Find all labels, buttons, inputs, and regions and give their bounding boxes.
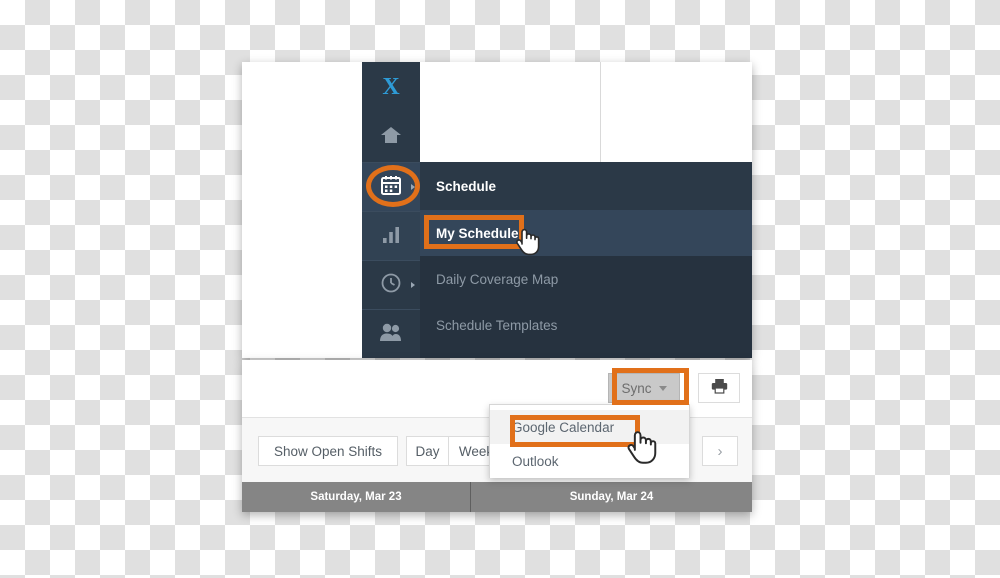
day-view-button[interactable]: Day <box>406 436 448 466</box>
chevron-down-icon <box>658 385 667 391</box>
home-icon <box>380 125 402 150</box>
calendar-icon <box>380 174 402 201</box>
print-button[interactable] <box>698 373 740 403</box>
date-header-label: Saturday, Mar 23 <box>310 491 402 503</box>
sync-button-wrap: Sync <box>608 373 680 403</box>
sidebar-item-reports[interactable] <box>362 212 420 260</box>
chevron-right-icon <box>411 184 415 190</box>
sidebar-item-employees[interactable] <box>362 310 420 358</box>
clock-icon <box>380 272 402 299</box>
sidebar-item-home[interactable] <box>362 112 420 162</box>
submenu-item-label: My Schedule <box>436 225 519 241</box>
chevron-right-icon <box>411 282 415 288</box>
sync-option-label: Outlook <box>512 453 559 469</box>
show-open-shifts-label: Show Open Shifts <box>273 443 383 459</box>
schedule-submenu: Schedule My Schedule Daily Coverage Map … <box>420 162 752 358</box>
week-label: Week <box>458 443 494 459</box>
sidebar-item-schedule[interactable] <box>362 163 420 211</box>
submenu-item-label: Daily Coverage Map <box>436 271 559 287</box>
date-header-cell: Sunday, Mar 24 <box>471 482 752 512</box>
sidebar-item-logo[interactable]: X <box>362 62 420 112</box>
sync-button[interactable]: Sync <box>608 373 680 403</box>
chevron-right-icon: › <box>717 442 723 460</box>
submenu-item-daily-coverage-map[interactable]: Daily Coverage Map <box>420 256 752 302</box>
next-period-button[interactable]: › <box>702 436 738 466</box>
submenu-header-label: Schedule <box>436 178 497 194</box>
date-header-cell: Saturday, Mar 23 <box>242 482 470 512</box>
sync-option-outlook[interactable]: Outlook <box>490 444 689 478</box>
sidebar-rail: X <box>362 62 420 358</box>
date-header-label: Sunday, Mar 24 <box>569 491 654 503</box>
printer-icon <box>711 378 728 399</box>
people-icon <box>379 322 403 347</box>
date-header-row: Saturday, Mar 23 Sunday, Mar 24 <box>242 482 752 512</box>
sidebar-item-time[interactable] <box>362 261 420 309</box>
screenshot-root: X Schedule My Schedule Daily Coverage Ma… <box>0 0 1000 578</box>
day-label: Day <box>415 443 440 459</box>
show-open-shifts-button[interactable]: Show Open Shifts <box>258 436 398 466</box>
app-window-top: X Schedule My Schedule Daily Coverage Ma… <box>242 62 752 358</box>
sync-button-label: Sync <box>621 380 652 396</box>
bar-chart-icon <box>380 224 402 249</box>
sync-option-google-calendar[interactable]: Google Calendar <box>490 410 689 444</box>
submenu-item-label: Schedule Templates <box>436 317 558 333</box>
submenu-header: Schedule <box>420 162 752 210</box>
sync-option-label: Google Calendar <box>512 419 615 435</box>
submenu-item-schedule-templates[interactable]: Schedule Templates <box>420 302 752 348</box>
x-logo-icon: X <box>382 73 400 100</box>
sync-dropdown-menu: Google Calendar Outlook <box>489 404 690 478</box>
submenu-item-my-schedule[interactable]: My Schedule <box>420 210 752 256</box>
